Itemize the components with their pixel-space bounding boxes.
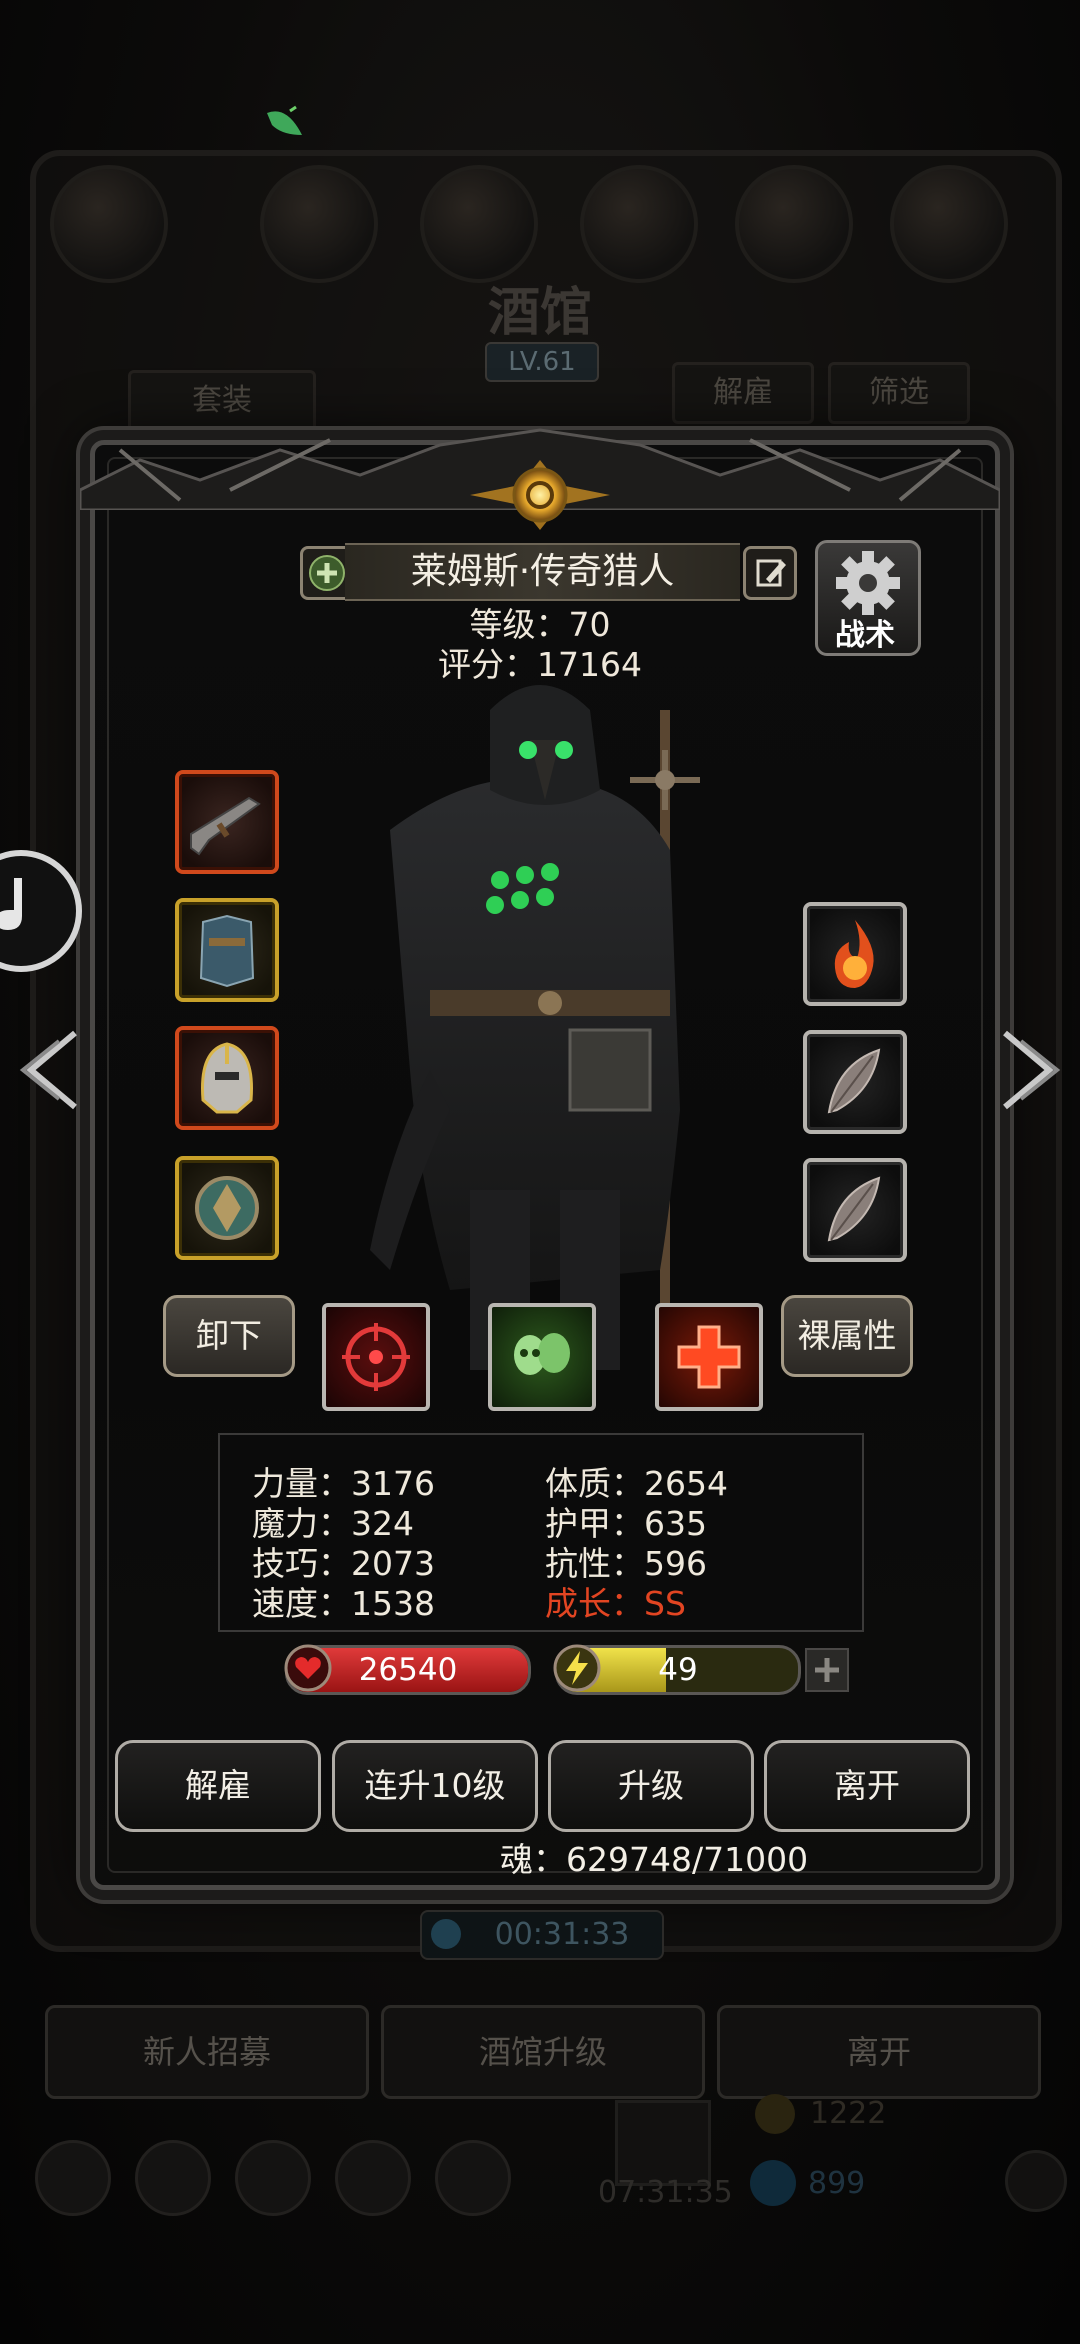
background-dismiss-tab[interactable]: 解雇	[672, 362, 814, 424]
background-icon-1	[260, 165, 378, 283]
edit-icon	[756, 559, 786, 587]
growth-value: SS	[644, 1584, 686, 1623]
dock-timer: 07:31:35	[598, 2175, 733, 2210]
trinket-slot-2[interactable]	[803, 1030, 907, 1134]
trinket-slot-1[interactable]	[803, 902, 907, 1006]
skill-slot-2[interactable]	[488, 1303, 596, 1411]
helmet-slot[interactable]	[175, 1026, 279, 1130]
dock-gems: 899	[808, 2166, 866, 2201]
background-title: 酒馆	[487, 282, 592, 343]
previous-hero-arrow-icon[interactable]	[15, 1025, 85, 1115]
cross-skill-icon	[677, 1325, 741, 1389]
music-note-icon	[0, 878, 22, 930]
accessory-slot[interactable]	[175, 1156, 279, 1260]
background-icon-4	[735, 165, 853, 283]
clock-icon	[431, 1919, 461, 1949]
level-up-button[interactable]: 升级	[548, 1740, 754, 1832]
fire-orb-icon	[834, 920, 874, 988]
skill-slot-1[interactable]	[322, 1303, 430, 1411]
dock-gold: 1222	[810, 2096, 887, 2131]
hero-name: 莱姆斯·传奇猎人	[345, 543, 740, 601]
sun-emblem-icon	[470, 460, 610, 530]
dock-icon-3[interactable]	[235, 2140, 311, 2216]
recruit-button[interactable]: 新人招募	[45, 2005, 369, 2099]
bare-attributes-button[interactable]: 裸属性	[781, 1295, 913, 1377]
armor-slot[interactable]	[175, 898, 279, 1002]
next-hero-arrow-icon[interactable]	[995, 1025, 1065, 1115]
shield-icon	[195, 1176, 259, 1240]
growth-label: 成长：	[545, 1584, 644, 1623]
background-level: LV.61	[485, 342, 599, 382]
trinket-slot-3[interactable]	[803, 1158, 907, 1262]
background-hero-avatar	[50, 165, 168, 283]
armor-icon	[199, 914, 255, 988]
skill-slot-3[interactable]	[655, 1303, 763, 1411]
unequip-button[interactable]: 卸下	[163, 1295, 295, 1377]
leave-button[interactable]: 离开	[764, 1740, 970, 1832]
stats-panel: 力量：3176 魔力：324 技巧：2073 速度：1538 体质：2654 护…	[218, 1433, 864, 1632]
dock-icon-4[interactable]	[335, 2140, 411, 2216]
rename-button[interactable]	[743, 546, 797, 600]
dock-add-icon[interactable]	[1005, 2150, 1067, 2212]
dock-icon-5[interactable]	[435, 2140, 511, 2216]
plus-icon	[309, 555, 345, 591]
background-timer: 00:31:33	[494, 1917, 630, 1952]
tavern-upgrade-button[interactable]: 酒馆升级	[381, 2005, 705, 2099]
plus-icon	[815, 1658, 839, 1682]
heart-icon	[284, 1644, 332, 1692]
background-icon-5	[890, 165, 1008, 283]
stat-speed: 速度：1538	[252, 1584, 435, 1623]
helmet-icon	[201, 1042, 253, 1114]
rifle-icon	[190, 796, 261, 856]
level-up-10-button[interactable]: 连升10级	[332, 1740, 538, 1832]
feather-icon	[827, 1176, 881, 1242]
lightning-icon	[553, 1644, 601, 1692]
weapon-slot[interactable]	[175, 770, 279, 874]
crosshair-skill-icon	[342, 1323, 410, 1391]
background-leave-button[interactable]: 离开	[717, 2005, 1041, 2099]
dismiss-button[interactable]: 解雇	[115, 1740, 321, 1832]
soul-counter: 魂：629748/71000	[500, 1840, 809, 1879]
dock-icon-2[interactable]	[135, 2140, 211, 2216]
gold-coin-icon	[755, 2094, 795, 2134]
filter-tab[interactable]: 筛选	[828, 362, 970, 424]
stat-growth: 成长：SS	[545, 1577, 686, 1625]
leaf-icon	[267, 105, 302, 135]
background-timer-bar: 00:31:33	[420, 1910, 664, 1960]
add-energy-button[interactable]	[805, 1648, 849, 1692]
gift-box-icon[interactable]	[615, 2100, 711, 2186]
background-icon-3	[580, 165, 698, 283]
background-icon-2	[420, 165, 538, 283]
feather-icon	[827, 1048, 881, 1114]
gem-icon	[750, 2160, 796, 2206]
dock-icon-1[interactable]	[35, 2140, 111, 2216]
skulls-skill-icon	[514, 1333, 570, 1375]
tactics-label: 战术	[835, 618, 895, 653]
